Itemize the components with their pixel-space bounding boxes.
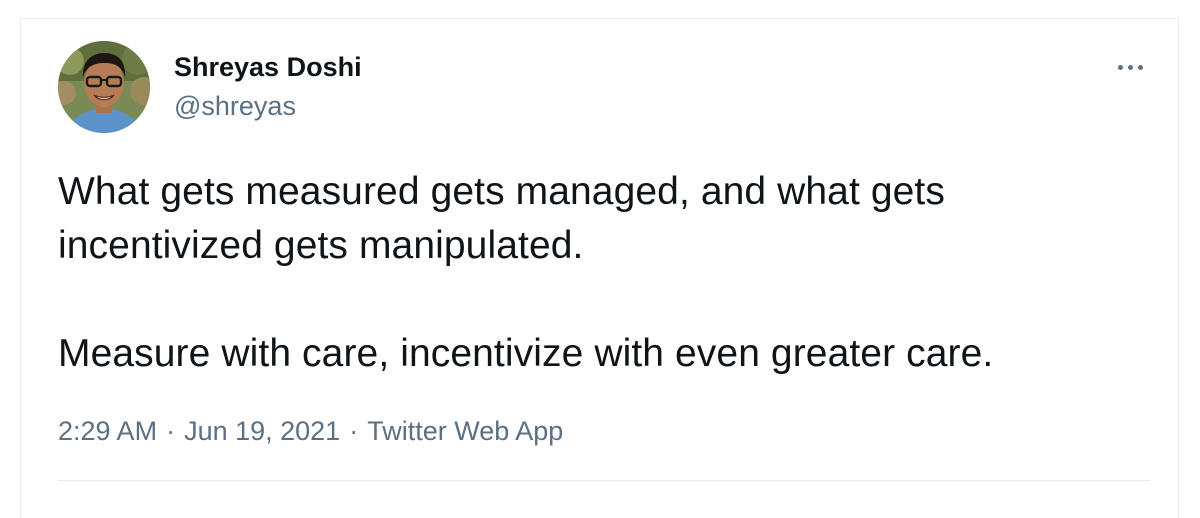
tweet-text: What gets measured gets managed, and wha… [58, 165, 1148, 381]
more-dots-icon [1117, 64, 1123, 70]
tweet-text-paragraph: Measure with care, incentivize with even… [58, 332, 994, 375]
author-display-name[interactable]: Shreyas Doshi [174, 50, 362, 84]
tweet-text-paragraph: What gets measured gets managed, and wha… [58, 170, 945, 267]
meta-separator: · [166, 416, 176, 446]
more-dots-icon [1127, 64, 1133, 70]
tweet-timestamp-date[interactable]: Jun 19, 2021 [184, 416, 340, 446]
tweet-card: Shreyas Doshi @shreyas What gets measure… [20, 18, 1179, 518]
more-options-button[interactable] [1110, 49, 1150, 85]
meta-separator: · [349, 416, 359, 446]
tweet-timestamp-time[interactable]: 2:29 AM [58, 416, 157, 446]
divider [58, 480, 1150, 481]
tweet-meta: 2:29 AM · Jun 19, 2021 · Twitter Web App [58, 414, 563, 448]
more-dots-icon [1137, 64, 1143, 70]
author-handle[interactable]: @shreyas [174, 89, 296, 123]
avatar[interactable] [58, 41, 150, 133]
avatar-photo [58, 41, 150, 133]
tweet-source-link[interactable]: Twitter Web App [367, 416, 563, 446]
